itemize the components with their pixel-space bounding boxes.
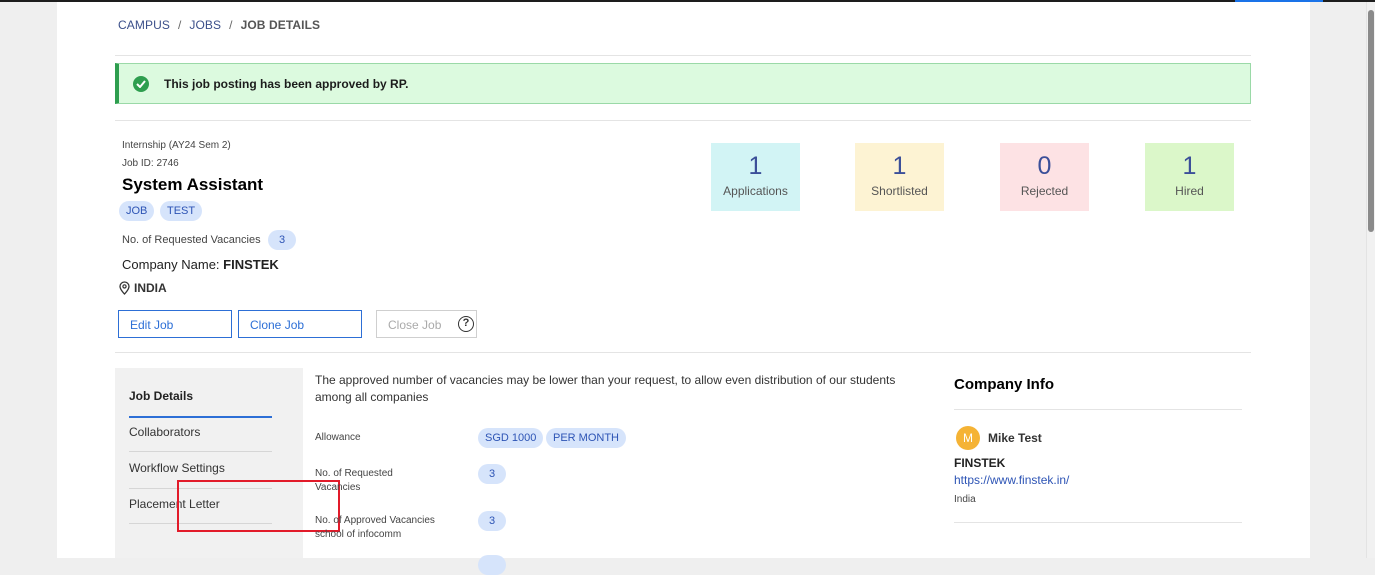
divider [115,120,1251,121]
sidebar-active-indicator [129,416,272,418]
allowance-label: Allowance [315,432,361,443]
close-job-label: Close Job [388,318,442,332]
check-circle-icon [133,76,149,92]
company-website-link[interactable]: https://www.finstek.in/ [954,473,1069,487]
company-name-label: Company Name: [122,257,220,272]
stat-rejected-label: Rejected [1020,184,1069,198]
sidebar-divider [129,451,272,452]
job-id: Job ID: 2746 [122,158,179,169]
stat-shortlisted-label: Shortlisted [871,184,928,198]
breadcrumb-separator: / [229,18,233,32]
stat-rejected-value: 0 [1037,152,1052,180]
requested-vacancies-field-label-line1: No. of Requested [315,468,393,479]
requested-vacancies-field-value: 3 [478,464,506,484]
divider [115,55,1251,56]
requested-vacancies-field-label: No. of Requested Vacancies [315,467,393,495]
sidebar-item-job-details[interactable]: Job Details [129,389,193,403]
approved-vacancies-field-value: 3 [478,511,506,531]
clone-job-button[interactable]: Clone Job [238,310,362,338]
allowance-amount: SGD 1000 [478,428,544,448]
edit-job-button[interactable]: Edit Job [118,310,232,338]
breadcrumb-separator: / [177,18,182,32]
company-info-name: FINSTEK [954,456,1006,470]
approved-vacancies-field-label-line2: school of infocomm [315,529,402,540]
breadcrumb: CAMPUS / JOBS / JOB DETAILS [118,18,320,32]
stat-hired-value: 1 [1182,152,1197,180]
stat-applications[interactable]: 1 Applications [711,143,800,211]
stat-shortlisted[interactable]: 1 Shortlisted [855,143,944,211]
vacancy-note: The approved number of vacancies may be … [315,373,896,404]
company-country: India [954,494,976,505]
company-name-line: Company Name: FINSTEK [122,257,279,272]
requested-vacancies-field-label-line2: Vacancies [315,482,361,493]
tag-job: JOB [119,201,155,221]
stat-rejected[interactable]: 0 Rejected [1000,143,1089,211]
job-location: INDIA [119,281,167,295]
contact-name: Mike Test [988,431,1042,445]
divider [115,352,1251,353]
approved-vacancies-field-label-line1: No. of Approved Vacancies [315,515,435,526]
tag-test: TEST [160,201,203,221]
stat-shortlisted-value: 1 [892,152,907,180]
close-job-button[interactable]: Close Job ? [376,310,477,338]
stat-hired[interactable]: 1 Hired [1145,143,1234,211]
location-pin-icon [119,281,130,295]
alert-message: This job posting has been approved by RP… [164,77,409,91]
job-title: System Assistant [122,175,264,194]
breadcrumb-campus[interactable]: CAMPUS [118,18,170,32]
stat-applications-value: 1 [748,152,763,180]
requested-vacancies-count: 3 [268,230,296,250]
divider [954,522,1242,523]
job-type: Internship (AY24 Sem 2) [122,140,231,151]
question-circle-icon[interactable]: ? [458,316,474,332]
location-text: INDIA [134,281,167,295]
sidebar-item-collaborators[interactable]: Collaborators [129,425,200,439]
company-info-title: Company Info [954,376,1054,393]
avatar: M [956,426,980,450]
requested-vacancies-label: No. of Requested Vacancies [122,234,261,246]
approval-alert: This job posting has been approved by RP… [115,63,1251,104]
next-field-pill [478,555,506,575]
breadcrumb-jobs[interactable]: JOBS [189,18,221,32]
company-name-value: FINSTEK [223,257,279,272]
scrollbar-thumb[interactable] [1368,10,1374,232]
stat-applications-label: Applications [723,184,788,198]
divider [954,409,1242,410]
job-details-card: CAMPUS / JOBS / JOB DETAILS This job posting… [57,2,1310,575]
sidebar-item-workflow-settings[interactable]: Workflow Settings [129,461,225,475]
approved-vacancies-field-label: No. of Approved Vacancies school of info… [315,514,435,542]
breadcrumb-current: JOB DETAILS [240,18,321,32]
allowance-period: PER MONTH [546,428,626,448]
scrollbar[interactable] [1366,2,1375,558]
stat-hired-label: Hired [1175,184,1204,198]
